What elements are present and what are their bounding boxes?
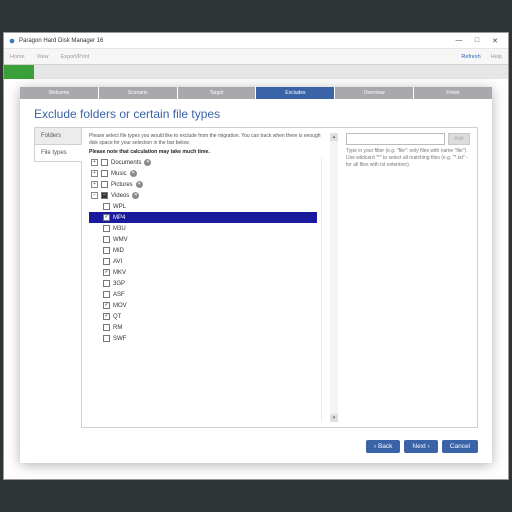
filetype-label: MKV bbox=[113, 270, 126, 276]
remove-icon[interactable]: ✕ bbox=[136, 181, 143, 188]
add-filter-button[interactable]: Add bbox=[448, 133, 470, 145]
titlebar: Paragon Hard Disk Manager 16 — □ ✕ bbox=[4, 33, 508, 49]
checkbox[interactable] bbox=[103, 258, 110, 265]
category-pictures[interactable]: + Pictures✕ bbox=[89, 179, 317, 190]
step-scenario[interactable]: Scenario bbox=[99, 87, 177, 99]
filetype-mkv[interactable]: MKV bbox=[89, 267, 317, 278]
filetype-m3u[interactable]: M3U bbox=[89, 223, 317, 234]
filetype-label: AVI bbox=[113, 259, 122, 265]
step-excludes[interactable]: Excludes bbox=[256, 87, 334, 99]
page-heading: Exclude folders or certain file types bbox=[20, 99, 492, 127]
minimize-button[interactable]: — bbox=[450, 37, 468, 44]
checkbox[interactable] bbox=[103, 269, 110, 276]
content-panel: Please select file types you would like … bbox=[81, 127, 478, 428]
note-text: Please note that calculation may take mu… bbox=[89, 149, 322, 155]
category-label: Documents bbox=[111, 160, 141, 166]
remove-icon[interactable]: ✕ bbox=[144, 159, 151, 166]
ribbon: Home View Export/Print Refresh Help bbox=[4, 49, 508, 65]
tab-file-types[interactable]: File types bbox=[34, 144, 82, 162]
checkbox[interactable] bbox=[101, 192, 108, 199]
expand-icon[interactable]: + bbox=[91, 159, 98, 166]
filetype-rm[interactable]: RM bbox=[89, 322, 317, 333]
scroll-down-icon[interactable]: ▾ bbox=[330, 414, 338, 422]
instruction-text: Please select file types you would like … bbox=[89, 133, 322, 146]
filetype-label: M3U bbox=[113, 226, 126, 232]
ribbon-home[interactable]: Home bbox=[10, 54, 25, 60]
filetype-label: MID bbox=[113, 248, 124, 254]
file-type-tree: +Documents✕+Music✕+Pictures✕−Videos✕WPLM… bbox=[89, 157, 322, 422]
checkbox[interactable] bbox=[103, 236, 110, 243]
filetype-label: WMV bbox=[113, 237, 128, 243]
filetype-3gp[interactable]: 3GP bbox=[89, 278, 317, 289]
window-title: Paragon Hard Disk Manager 16 bbox=[19, 38, 103, 44]
filetype-qt[interactable]: QT bbox=[89, 311, 317, 322]
scroll-up-icon[interactable]: ▴ bbox=[330, 133, 338, 141]
checkbox[interactable] bbox=[101, 170, 108, 177]
category-label: Pictures bbox=[111, 182, 133, 188]
close-button[interactable]: ✕ bbox=[486, 37, 504, 45]
filetype-wpl[interactable]: WPL bbox=[89, 201, 317, 212]
filter-hint: Type in your filter (e.g. "file": only f… bbox=[346, 148, 470, 168]
category-videos[interactable]: − Videos✕ bbox=[89, 190, 317, 201]
category-label: Videos bbox=[111, 193, 129, 199]
expand-icon[interactable]: + bbox=[91, 181, 98, 188]
filetype-label: SWF bbox=[113, 336, 126, 342]
filetype-label: MP4 bbox=[113, 215, 125, 221]
ribbon-refresh[interactable]: Refresh bbox=[461, 54, 480, 60]
filter-input[interactable] bbox=[346, 133, 445, 145]
filetype-mp4[interactable]: MP4 bbox=[89, 212, 317, 223]
category-documents[interactable]: + Documents✕ bbox=[89, 157, 317, 168]
back-button[interactable]: ‹ Back bbox=[366, 440, 400, 453]
filetype-label: 3GP bbox=[113, 281, 125, 287]
checkbox[interactable] bbox=[103, 313, 110, 320]
filetype-label: MOV bbox=[113, 303, 127, 309]
step-welcome[interactable]: Welcome bbox=[20, 87, 98, 99]
checkbox[interactable] bbox=[101, 181, 108, 188]
filetype-label: WPL bbox=[113, 204, 126, 210]
checkbox[interactable] bbox=[103, 225, 110, 232]
checkbox[interactable] bbox=[103, 280, 110, 287]
expand-icon[interactable]: + bbox=[91, 170, 98, 177]
wizard-steps: WelcomeScenarioTargetExcludesOverviewFin… bbox=[20, 87, 492, 99]
checkbox[interactable] bbox=[103, 302, 110, 309]
checkbox[interactable] bbox=[103, 247, 110, 254]
step-target[interactable]: Target bbox=[178, 87, 256, 99]
ribbon-help[interactable]: Help bbox=[491, 54, 502, 60]
checkbox[interactable] bbox=[103, 203, 110, 210]
cancel-button[interactable]: Cancel bbox=[442, 440, 478, 453]
background-strip bbox=[4, 65, 508, 79]
tab-folders[interactable]: Folders bbox=[34, 127, 82, 145]
filetype-swf[interactable]: SWF bbox=[89, 333, 317, 344]
filetype-asf[interactable]: ASF bbox=[89, 289, 317, 300]
filetype-label: RM bbox=[113, 325, 122, 331]
ribbon-view[interactable]: View bbox=[37, 54, 49, 60]
filetype-mov[interactable]: MOV bbox=[89, 300, 317, 311]
next-button[interactable]: Next › bbox=[404, 440, 437, 453]
filetype-wmv[interactable]: WMV bbox=[89, 234, 317, 245]
filetype-mid[interactable]: MID bbox=[89, 245, 317, 256]
tree-scrollbar[interactable]: ▴ ▾ bbox=[330, 133, 338, 422]
checkbox[interactable] bbox=[103, 335, 110, 342]
checkbox[interactable] bbox=[101, 159, 108, 166]
category-music[interactable]: + Music✕ bbox=[89, 168, 317, 179]
side-tabs: Folders File types bbox=[34, 127, 82, 428]
filetype-avi[interactable]: AVI bbox=[89, 256, 317, 267]
remove-icon[interactable]: ✕ bbox=[130, 170, 137, 177]
checkbox[interactable] bbox=[103, 214, 110, 221]
app-icon bbox=[8, 37, 16, 45]
maximize-button[interactable]: □ bbox=[468, 37, 486, 44]
app-window: Paragon Hard Disk Manager 16 — □ ✕ Home … bbox=[3, 32, 509, 480]
step-overview[interactable]: Overview bbox=[335, 87, 413, 99]
step-finish[interactable]: Finish bbox=[414, 87, 492, 99]
checkbox[interactable] bbox=[103, 324, 110, 331]
filetype-label: ASF bbox=[113, 292, 125, 298]
wizard-dialog: WelcomeScenarioTargetExcludesOverviewFin… bbox=[20, 87, 492, 463]
checkbox[interactable] bbox=[103, 291, 110, 298]
category-label: Music bbox=[111, 171, 127, 177]
collapse-icon[interactable]: − bbox=[91, 192, 98, 199]
remove-icon[interactable]: ✕ bbox=[132, 192, 139, 199]
filetype-label: QT bbox=[113, 314, 121, 320]
wizard-footer: ‹ Back Next › Cancel bbox=[20, 434, 492, 463]
ribbon-export[interactable]: Export/Print bbox=[61, 54, 90, 60]
